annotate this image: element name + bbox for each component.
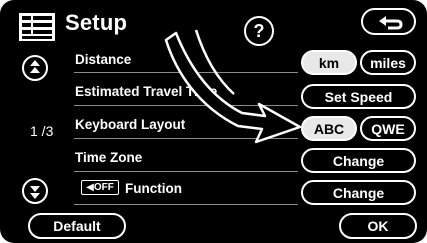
function-label: Function <box>125 181 182 196</box>
return-arrow-icon <box>379 16 403 30</box>
scroll-up-icon <box>30 60 40 73</box>
distance-label: Distance <box>75 52 132 67</box>
row-divider <box>74 171 298 172</box>
qwe-button[interactable]: QWE <box>360 116 416 141</box>
scroll-down-icon <box>30 186 40 199</box>
abc-button[interactable]: ABC <box>301 116 357 141</box>
default-button[interactable]: Default <box>28 213 126 239</box>
back-button[interactable] <box>361 8 416 35</box>
function-change-button[interactable]: Change <box>301 180 416 205</box>
time-zone-change-button[interactable]: Change <box>301 148 416 173</box>
ok-button[interactable]: OK <box>339 213 417 239</box>
setup-screen: Setup ? 1 /3 Distance km miles Estimated… <box>0 0 427 243</box>
set-speed-button[interactable]: Set Speed <box>301 84 416 109</box>
row-divider <box>74 204 298 205</box>
page-title: Setup <box>65 10 128 35</box>
row-divider <box>74 72 298 73</box>
scroll-up-button[interactable] <box>22 55 48 81</box>
menu-list-icon <box>19 13 55 41</box>
row-divider <box>74 138 298 139</box>
travel-time-label: Estimated Travel Time <box>75 84 218 99</box>
row-divider <box>74 105 298 106</box>
miles-button[interactable]: miles <box>360 50 416 75</box>
off-badge: ◀OFF <box>81 180 119 195</box>
km-button[interactable]: km <box>301 50 357 75</box>
keyboard-layout-label: Keyboard Layout <box>75 117 186 132</box>
page-indicator: 1 /3 <box>30 123 54 139</box>
time-zone-label: Time Zone <box>75 150 143 165</box>
help-button[interactable]: ? <box>244 16 274 46</box>
scroll-down-button[interactable] <box>22 178 48 204</box>
